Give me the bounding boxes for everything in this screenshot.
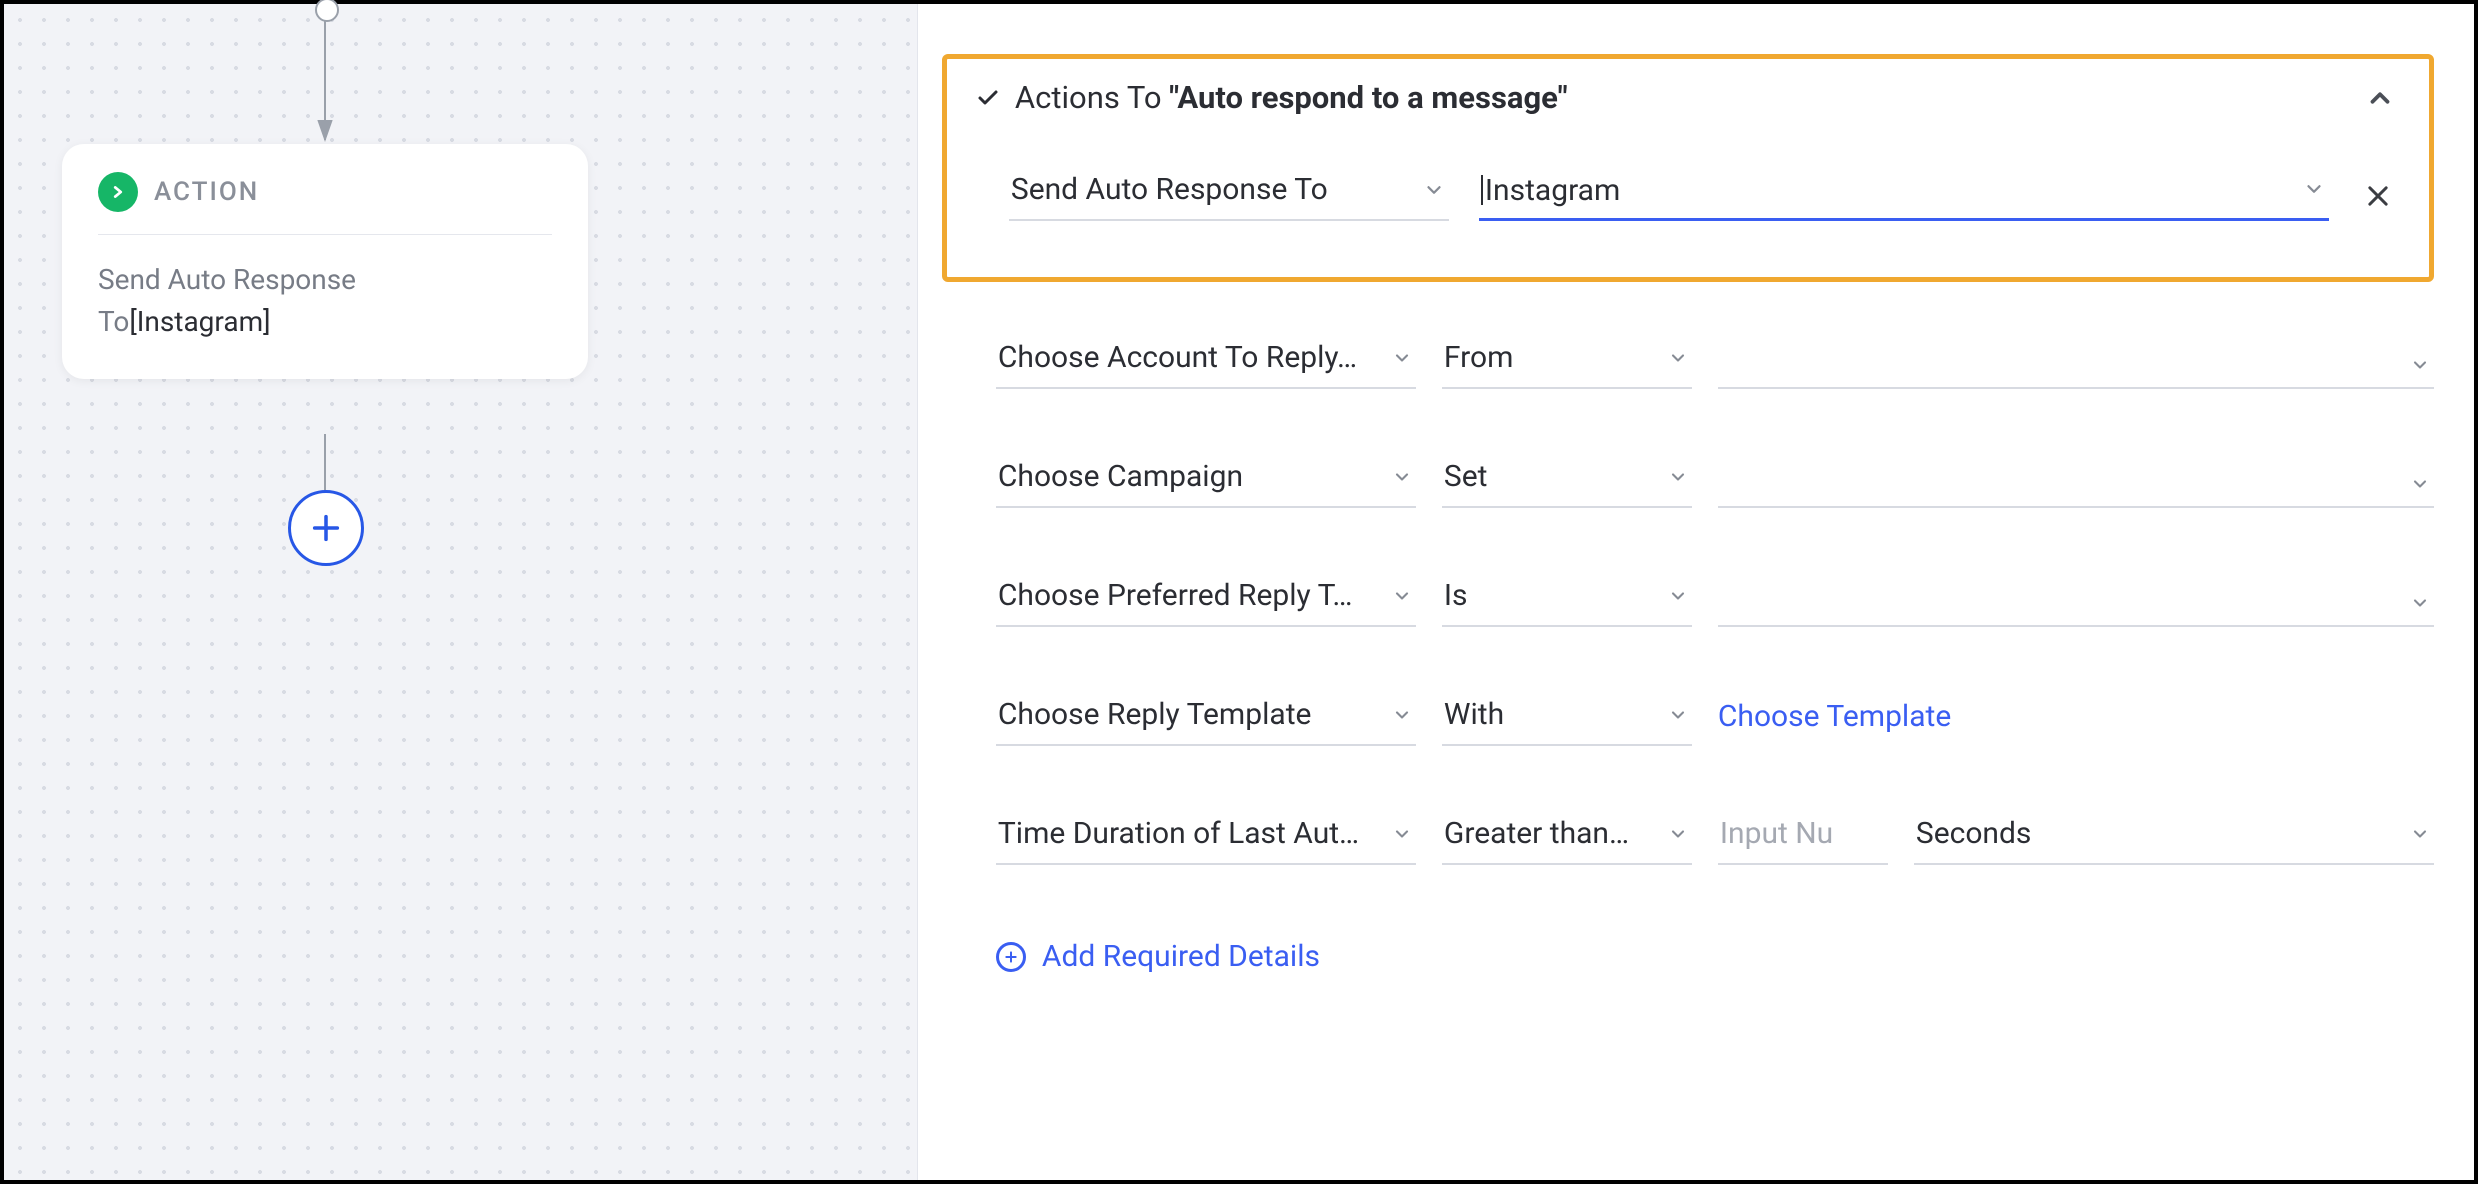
chevron-down-icon [2410,593,2430,613]
check-icon [975,85,1001,111]
select-value: With [1444,697,1504,732]
number-input[interactable]: Input Nu [1718,808,1888,865]
condition-row: Choose Campaign Set [996,451,2434,508]
choose-template-link[interactable]: Choose Template [1718,699,2434,746]
operator-select[interactable]: With [1442,689,1692,746]
chevron-down-icon [1668,824,1688,844]
select-value: Choose Account To Reply… [998,340,1357,375]
clear-value-button[interactable] [2359,177,2397,215]
node-summary-line2: To[Instagram] [98,301,552,343]
condition-row: Choose Reply Template With Choose Templa… [996,689,2434,746]
action-value-input[interactable]: Instagram [1479,162,2329,221]
add-required-details-button[interactable]: Add Required Details [942,939,2434,974]
chevron-down-icon [2410,355,2430,375]
chevron-down-icon [1392,586,1412,606]
operator-select[interactable]: Is [1442,570,1692,627]
select-value: Choose Campaign [998,459,1243,494]
value-select[interactable] [1718,466,2434,508]
field-select[interactable]: Choose Reply Template [996,689,1416,746]
chevron-down-icon [1668,586,1688,606]
chevron-down-icon [2410,824,2430,844]
select-value: Set [1444,459,1488,494]
chevron-down-icon [1392,467,1412,487]
collapse-caret-icon[interactable] [2365,83,2395,113]
operator-select[interactable]: From [1442,332,1692,389]
chevron-down-icon [1668,467,1688,487]
action-arrow-icon [98,172,138,212]
field-select[interactable]: Time Duration of Last Aut… [996,808,1416,865]
operator-select[interactable]: Set [1442,451,1692,508]
select-value: Send Auto Response To [1011,172,1328,207]
action-config-panel: Actions To "Auto respond to a message" S… [918,4,2474,1180]
unit-select[interactable]: Seconds [1914,808,2434,865]
panel-title: Actions To "Auto respond to a message" [1015,79,1568,116]
chevron-down-icon [1668,705,1688,725]
chevron-down-icon [1668,348,1688,368]
input-placeholder: Input Nu [1720,816,1833,851]
select-value: Is [1444,578,1468,613]
value-select[interactable] [1718,585,2434,627]
select-value: Choose Preferred Reply T… [998,578,1353,613]
condition-rows: Choose Account To Reply… From Choose Cam… [942,332,2434,865]
condition-row: Choose Account To Reply… From [996,332,2434,389]
input-value: Instagram [1481,170,1620,208]
field-select[interactable]: Choose Account To Reply… [996,332,1416,389]
select-value: Seconds [1916,816,2032,851]
chevron-down-icon [2303,178,2325,200]
node-badge-label: ACTION [154,177,259,207]
plus-circle-icon [996,942,1026,972]
connector-line [324,4,326,140]
highlight-outline: Actions To "Auto respond to a message" S… [942,54,2434,282]
select-value: Greater than… [1444,816,1629,851]
chevron-down-icon [2410,474,2430,494]
node-summary-line1: Send Auto Response [98,259,552,301]
condition-row: Choose Preferred Reply T… Is [996,570,2434,627]
chevron-down-icon [1392,348,1412,368]
workflow-canvas[interactable]: ACTION Send Auto Response To[Instagram] [4,4,918,1180]
operator-select[interactable]: Greater than… [1442,808,1692,865]
connector-line [324,434,326,496]
chevron-down-icon [1392,824,1412,844]
condition-row: Time Duration of Last Aut… Greater than…… [996,808,2434,865]
select-value: Choose Reply Template [998,697,1312,732]
add-node-button[interactable] [288,490,364,566]
value-select[interactable] [1718,347,2434,389]
chevron-down-icon [1392,705,1412,725]
select-value: From [1444,340,1514,375]
add-required-details-label: Add Required Details [1042,939,1320,974]
action-node-card[interactable]: ACTION Send Auto Response To[Instagram] [62,144,588,379]
chevron-down-icon [1423,179,1445,201]
select-value: Time Duration of Last Aut… [998,816,1359,851]
action-type-select[interactable]: Send Auto Response To [1009,164,1449,221]
field-select[interactable]: Choose Campaign [996,451,1416,508]
field-select[interactable]: Choose Preferred Reply T… [996,570,1416,627]
